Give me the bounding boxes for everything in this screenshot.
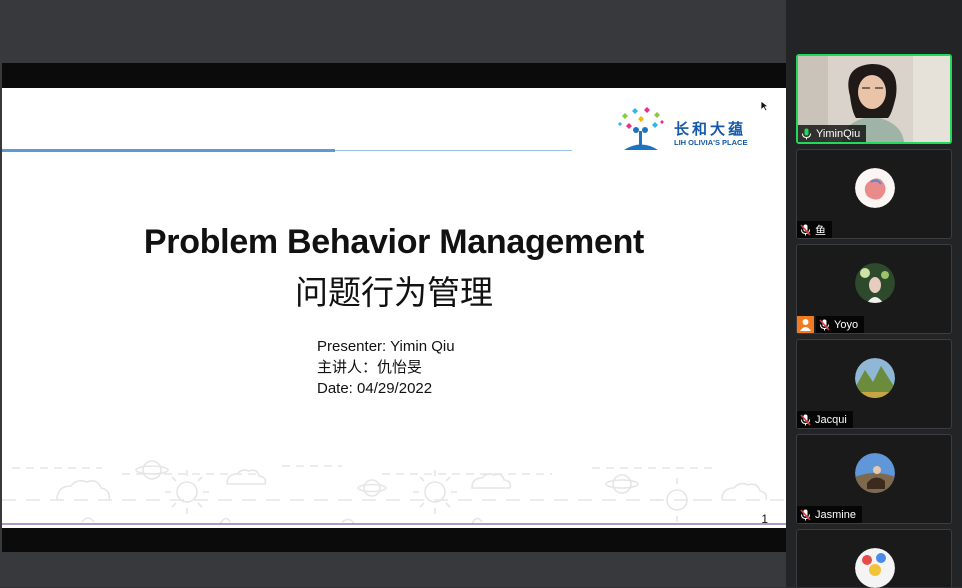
participant-tile-jacqui[interactable]: Jacqui (796, 339, 952, 429)
participant-nametag: 鱼 (797, 221, 832, 238)
mic-muted-icon (800, 223, 811, 236)
slide-footer-decoration (2, 460, 786, 525)
participant-name: Yoyo (834, 318, 859, 331)
participant-nametag: Yoyo (816, 316, 865, 333)
mouse-cursor-icon (760, 100, 769, 112)
participant-tile-jasmine[interactable]: Jasmine (796, 434, 952, 524)
participant-tile-yu[interactable]: 鱼 (796, 149, 952, 239)
letterbox-bottom (2, 528, 786, 552)
slide-header-rule (2, 149, 335, 152)
avatar (855, 358, 895, 398)
mic-muted-icon (819, 318, 830, 331)
logo-tree-icon (618, 107, 664, 150)
participant-nametag: Jasmine (797, 506, 862, 523)
participant-name: Jasmine (815, 508, 856, 521)
slide-header-rule-thin (335, 150, 572, 151)
mic-muted-icon (800, 508, 811, 521)
host-icon (797, 316, 814, 333)
mic-on-icon (802, 128, 811, 139)
participant-tile-partial[interactable] (796, 529, 952, 588)
participant-name: Jacqui (815, 413, 847, 426)
slide-meta: Presenter: Yimin Qiu 主讲人：仇怡旻 Date: 04/29… (317, 336, 455, 399)
avatar (855, 453, 895, 493)
mic-muted-icon (800, 413, 811, 426)
letterbox-top (2, 63, 786, 88)
slide-page-number: 1 (761, 512, 768, 526)
org-logo: 长和大蕴 LIH OLIVIA'S PLACE (614, 106, 764, 154)
participant-tile-yoyo[interactable]: Yoyo (796, 244, 952, 334)
participant-nametag: Jacqui (797, 411, 853, 428)
presenter-line: Presenter: Yimin Qiu (317, 338, 455, 355)
avatar (855, 168, 895, 208)
slide-title-en: Problem Behavior Management (143, 223, 645, 261)
date-line: Date: 04/29/2022 (317, 380, 433, 397)
avatar (855, 548, 895, 588)
slide-title-cn: 问题行为管理 (295, 273, 493, 312)
avatar (855, 263, 895, 303)
participant-name: YiminQiu (816, 127, 861, 140)
participant-name: 鱼 (815, 224, 826, 237)
participant-nametag: YiminQiu (798, 125, 867, 142)
presenter-cn-line: 主讲人：仇怡旻 (317, 359, 423, 376)
participant-tile-yiminqiu[interactable]: YiminQiu (796, 54, 952, 144)
logo-cn-text: 长和大蕴 (674, 120, 747, 138)
logo-en-text: LIH OLIVIA'S PLACE (674, 138, 748, 147)
presentation-slide: 长和大蕴 LIH OLIVIA'S PLACE Problem Behavior… (2, 88, 786, 528)
